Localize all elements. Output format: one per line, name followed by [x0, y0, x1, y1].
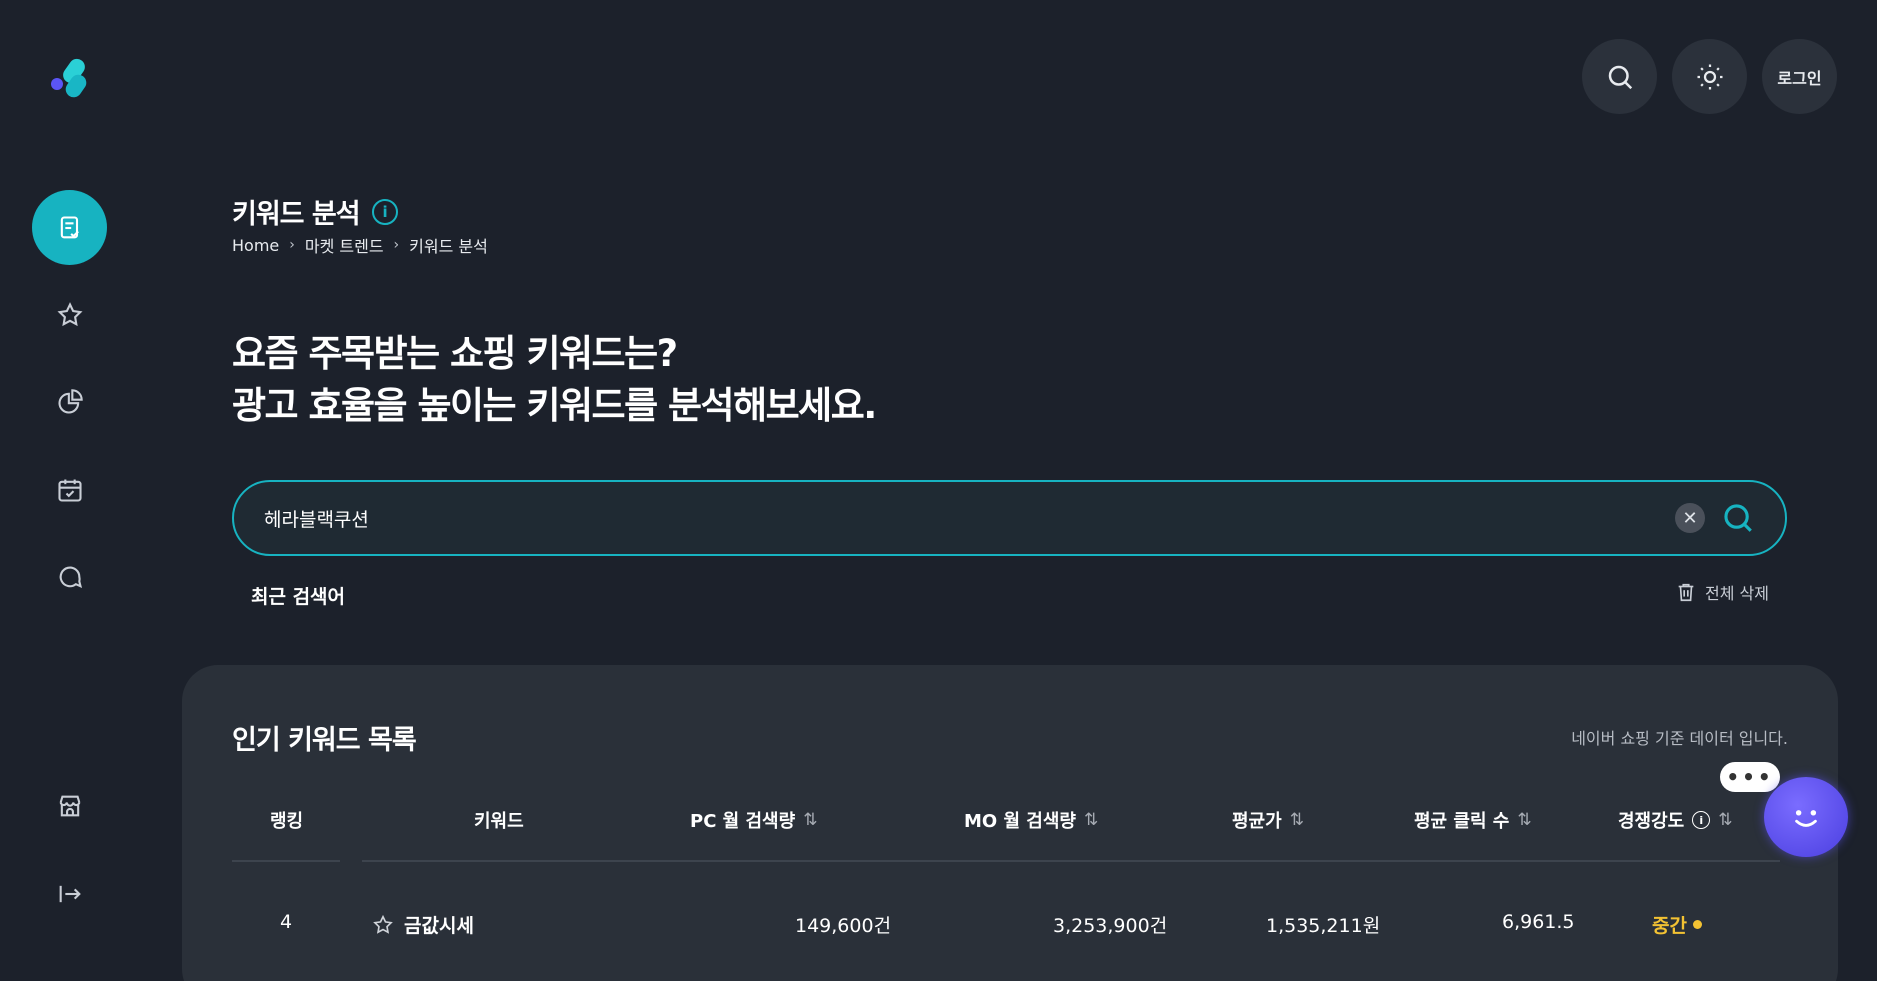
- clear-search-button[interactable]: ✕: [1675, 503, 1705, 533]
- avg-price-cell: 1,535,211원: [1266, 915, 1381, 937]
- column-clicks-label: 평균 클릭 수: [1414, 811, 1510, 832]
- sidebar-item-logout[interactable]: [32, 856, 107, 931]
- sidebar-item-store[interactable]: [32, 768, 107, 843]
- sidebar-item-chat[interactable]: [32, 540, 107, 615]
- info-icon[interactable]: i: [371, 198, 398, 225]
- chat-typing-bubble[interactable]: •••: [1720, 762, 1780, 792]
- breadcrumb-home[interactable]: Home: [232, 236, 279, 255]
- column-price-label: 평균가: [1232, 811, 1282, 832]
- breadcrumb: Home › 마켓 트렌드 › 키워드 분석: [232, 233, 488, 257]
- column-pc-label: PC 월 검색량: [690, 811, 796, 832]
- rank-cell: 4: [280, 911, 293, 933]
- info-icon[interactable]: i: [1692, 811, 1711, 829]
- mo-volume-cell: 3,253,900건: [1053, 915, 1168, 937]
- sort-icon[interactable]: ⇅: [1718, 810, 1732, 830]
- favorite-star-icon[interactable]: [372, 914, 394, 936]
- keyword-cell: 금값시세: [372, 911, 474, 938]
- column-header-mo-volume[interactable]: MO 월 검색량 ⇅: [964, 807, 1098, 833]
- column-header-avg-price[interactable]: 평균가 ⇅: [1232, 807, 1304, 833]
- top-search-button[interactable]: [1582, 39, 1657, 114]
- column-header-rank: 랭킹: [270, 807, 303, 833]
- keyword-search-box: ✕: [232, 480, 1787, 556]
- search-submit-icon[interactable]: [1721, 501, 1755, 535]
- delete-all-button[interactable]: 전체 삭제: [1675, 580, 1769, 604]
- sidebar-item-calendar[interactable]: [32, 452, 107, 527]
- delete-all-label: 전체 삭제: [1705, 584, 1769, 603]
- column-header-avg-clicks[interactable]: 평균 클릭 수 ⇅: [1414, 807, 1532, 833]
- headline-line-2: 광고 효율을 높이는 키워드를 분석해보세요.: [232, 384, 877, 427]
- keyword-link[interactable]: 금값시세: [404, 911, 474, 938]
- smiley-face-icon: [1795, 810, 1817, 827]
- pie-chart-icon: [57, 388, 83, 414]
- trash-icon: [1678, 583, 1694, 602]
- column-header-keyword: 키워드: [474, 807, 524, 833]
- column-competition-label: 경쟁강도: [1618, 811, 1685, 832]
- page-title: 키워드 분석 i: [232, 192, 398, 231]
- competition-dot: [1692, 920, 1702, 929]
- header-divider: [232, 860, 340, 862]
- calendar-check-icon: [57, 479, 82, 502]
- sort-icon[interactable]: ⇅: [1517, 810, 1531, 830]
- login-button[interactable]: 로그인: [1762, 39, 1837, 114]
- document-check-icon: [60, 215, 79, 238]
- headline: 요즘 주목받는 쇼핑 키워드는? 광고 효율을 높이는 키워드를 분석해보세요.: [232, 328, 877, 432]
- chat-bubble-icon: [59, 566, 82, 588]
- login-label: 로그인: [1777, 68, 1822, 88]
- chatbot-launcher[interactable]: [1764, 777, 1848, 857]
- theme-toggle-button[interactable]: [1672, 39, 1747, 114]
- sort-icon[interactable]: ⇅: [1084, 810, 1098, 830]
- pc-volume-cell: 149,600건: [795, 915, 892, 937]
- sort-icon[interactable]: ⇅: [803, 810, 817, 830]
- popular-keywords-panel: 인기 키워드 목록 네이버 쇼핑 기준 데이터 입니다. 랭킹 키워드 PC 월…: [182, 665, 1838, 981]
- chevron-right-icon: ›: [289, 237, 295, 253]
- sort-icon[interactable]: ⇅: [1290, 810, 1304, 830]
- app-root: 로그인 키워드 분석 i Home › 마켓 트렌드 › 키워드 분석 요즘 주…: [0, 0, 1877, 981]
- competition-level-label: 중간: [1652, 915, 1687, 937]
- recent-searches-label: 최근 검색어: [251, 586, 346, 608]
- sidebar-item-analytics[interactable]: [32, 364, 107, 439]
- sidebar-item-favorites[interactable]: [32, 277, 107, 352]
- star-icon: [56, 301, 83, 326]
- sun-icon: [1697, 64, 1722, 89]
- sidebar-item-keyword-analysis[interactable]: [32, 190, 107, 265]
- search-icon: [1608, 65, 1632, 89]
- column-mo-label: MO 월 검색량: [964, 811, 1076, 832]
- brand-logo[interactable]: [48, 54, 96, 102]
- store-icon: [59, 795, 80, 816]
- column-rank-label: 랭킹: [270, 811, 304, 832]
- logout-arrow-icon: [59, 885, 81, 902]
- column-keyword-label: 키워드: [474, 811, 524, 832]
- keyword-search-input[interactable]: [264, 507, 1675, 529]
- breadcrumb-keyword-analysis: 키워드 분석: [409, 237, 488, 256]
- page-title-text: 키워드 분석: [232, 199, 361, 230]
- chevron-right-icon: ›: [393, 237, 400, 253]
- data-source-note: 네이버 쇼핑 기준 데이터 입니다.: [1571, 729, 1788, 748]
- competition-cell: 중간: [1652, 911, 1702, 938]
- panel-title: 인기 키워드 목록: [232, 725, 417, 756]
- column-header-competition[interactable]: 경쟁강도 i ⇅: [1618, 807, 1733, 833]
- breadcrumb-market-trend[interactable]: 마켓 트렌드: [305, 233, 384, 257]
- column-header-pc-volume[interactable]: PC 월 검색량 ⇅: [690, 807, 817, 833]
- header-divider: [362, 860, 1780, 862]
- avg-clicks-cell: 6,961.5: [1502, 911, 1575, 933]
- headline-line-1: 요즘 주목받는 쇼핑 키워드는?: [232, 332, 678, 375]
